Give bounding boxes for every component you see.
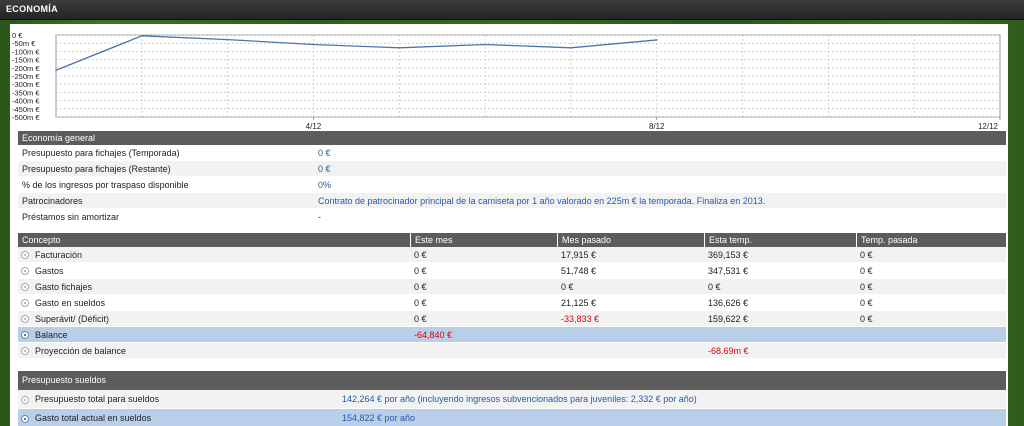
y-tick-label: -500m € [12,113,40,122]
column-header-este-mes: Este mes [410,233,557,247]
concept-cell: 21,125 € [561,298,597,308]
concept-cell: 51,748 € [561,266,597,276]
general-row-label: Préstamos sin amortizar [22,212,120,222]
radio-icon[interactable] [21,267,29,275]
concept-label: Facturación [35,250,83,260]
column-header-temp-pasada: Temp. pasada [856,233,1006,247]
concept-cell: 347,531 € [708,266,749,276]
general-row-value: 0 € [318,148,331,158]
concept-cell: 0 € [860,266,873,276]
concept-cell: 0 € [860,282,873,292]
concepts-table: Concepto Este mes Mes pasado Esta temp. … [18,233,1006,359]
concept-cell: -68.69m € [708,346,749,356]
concept-cell: -64,840 € [414,330,453,340]
general-row: Préstamos sin amortizar - [18,209,1006,225]
x-tick-label: 8/12 [649,122,665,130]
column-header-concepto: Concepto [22,235,61,245]
radio-icon[interactable] [21,251,29,259]
data-point [570,46,572,49]
concept-row[interactable]: Gastos 0 € 51,748 € 347,531 € 0 € [18,263,1006,279]
general-row-label: % de los ingresos por traspaso disponibl… [22,180,189,190]
concept-label: Balance [35,330,68,340]
general-economy-section: Economía general Presupuesto para fichaj… [18,131,1006,225]
concept-cell: 0 € [860,250,873,260]
sponsor-link[interactable]: Contrato de patrocinador principal de la… [318,193,765,209]
general-row: Presupuesto para fichajes (Restante) 0 € [18,161,1006,177]
general-row: Presupuesto para fichajes (Temporada) 0 … [18,145,1006,161]
data-point [55,69,57,72]
radio-icon[interactable] [21,315,29,323]
concept-label: Gasto fichajes [35,282,93,292]
concepts-table-header: Concepto Este mes Mes pasado Esta temp. … [18,233,1006,247]
radio-icon[interactable] [21,396,29,404]
concept-label: Proyección de balance [35,346,127,356]
concept-label: Gasto en sueldos [35,298,106,308]
concept-cell: 0 € [414,314,427,324]
radio-icon[interactable] [21,299,29,307]
data-point [484,43,486,46]
salaries-row-label: Presupuesto total para sueldos [35,394,160,404]
concept-row[interactable]: Superávit/ (Déficit) 0 € -33,833 € 159,622 … [18,311,1006,327]
general-row-value: 0% [318,180,332,190]
data-point [655,39,658,41]
concept-cell: -33,833 € [561,314,600,324]
concept-row[interactable]: Facturación 0 € 17,915 € 369,153 € 0 € [18,247,1006,263]
data-point [141,35,143,37]
concept-cell: 0 € [708,282,721,292]
data-point [398,46,401,49]
salaries-row-value: 142,264 € por año (incluyendo ingresos s… [342,394,697,404]
concept-cell: 159,622 € [708,314,749,324]
economy-panel: 0 € -50m € -100m € -150m € -200m € -250m € -30… [10,24,1008,426]
radio-icon-selected[interactable] [21,331,29,339]
salaries-row[interactable]: Presupuesto total para sueldos 142,264 €… [18,390,1006,409]
x-tick-label: 12/12 [978,122,999,130]
general-economy-header: Economía general [18,131,1006,145]
concept-cell: 0 € [414,282,427,292]
column-header-esta-temp: Esta temp. [704,233,856,247]
general-row-value: 0 € [318,164,331,174]
concept-cell: 0 € [860,314,873,324]
concept-cell: 0 € [414,250,427,260]
balance-chart-svg: 0 €-50m €-100m €-150m €-200m €-250m €-30… [12,31,1001,130]
data-point [312,43,315,46]
general-row: Patrocinadores Contrato de patrocinador … [18,193,1006,209]
general-row-label: Patrocinadores [22,196,83,206]
concept-cell: 0 € [860,298,873,308]
concept-cell: 0 € [561,282,574,292]
section-header: ECONOMÍA [0,0,1024,20]
concept-cell: 369,153 € [708,250,749,260]
salaries-section: Presupuesto sueldos Presupuesto total pa… [18,371,1006,426]
column-header-mes-pasado: Mes pasado [557,233,704,247]
concept-cell: 0 € [414,298,427,308]
salaries-header: Presupuesto sueldos [18,371,1006,390]
radio-icon[interactable] [21,283,29,291]
concept-label: Gastos [35,266,64,276]
concept-row[interactable]: Proyección de balance -68.69m € [18,343,1006,359]
concept-cell: 0 € [414,266,427,276]
x-tick-label: 4/12 [306,122,322,130]
radio-icon-selected[interactable] [21,415,29,423]
data-point [226,38,229,41]
concept-row[interactable]: Gasto en sueldos 0 € 21,125 € 136,626 € 0 € [18,295,1006,311]
general-row: % de los ingresos por traspaso disponibl… [18,177,1006,193]
concept-label: Superávit/ (Déficit) [35,314,110,324]
general-row-label: Presupuesto para fichajes (Restante) [22,164,171,174]
salaries-row-value: 154,822 € por año [342,413,416,423]
page-title: ECONOMÍA [6,4,58,14]
balance-chart: 0 € -50m € -100m € -150m € -200m € -250m € -30… [10,24,1008,130]
salaries-row-selected[interactable]: Gasto total actual en sueldos 154,822 € … [18,409,1006,426]
salaries-row-label: Gasto total actual en sueldos [35,413,152,423]
concept-cell: 136,626 € [708,298,749,308]
concept-row-selected[interactable]: Balance -64,840 € [18,327,1006,343]
concept-row[interactable]: Gasto fichajes 0 € 0 € 0 € 0 € [18,279,1006,295]
general-row-label: Presupuesto para fichajes (Temporada) [22,148,180,158]
general-row-value: - [318,212,321,222]
concept-cell: 17,915 € [561,250,597,260]
radio-icon[interactable] [21,347,29,355]
